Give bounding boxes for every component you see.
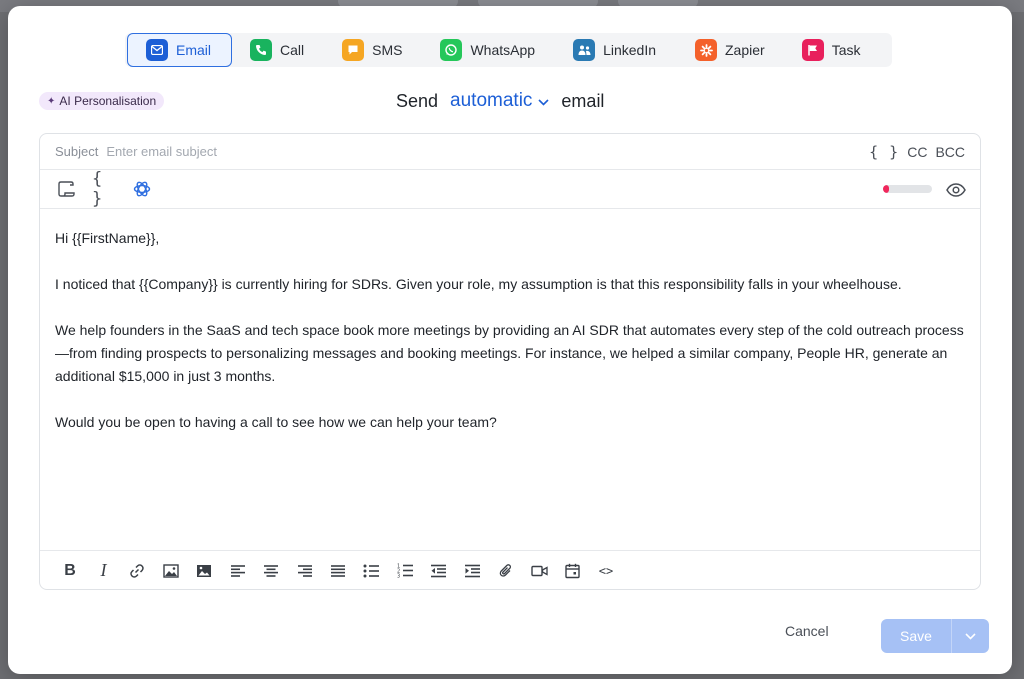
italic-button[interactable]: I xyxy=(92,559,116,583)
bcc-button[interactable]: BCC xyxy=(935,144,965,160)
ai-personalisation-badge[interactable]: ✦ AI Personalisation xyxy=(39,92,165,110)
flag-icon xyxy=(801,39,824,61)
tab-zapier[interactable]: Zapier xyxy=(695,33,765,67)
progress-fill xyxy=(883,185,889,193)
body-greeting: Hi {{FirstName}}, xyxy=(55,230,160,246)
subject-label: Subject xyxy=(55,144,99,159)
ai-badge-label: AI Personalisation xyxy=(59,94,157,108)
subject-row: Subject { } CC BCC xyxy=(40,134,980,170)
compose-step-modal: Email Call SMS WhatsApp LinkedIn Zapier … xyxy=(8,6,1012,674)
tab-whatsapp-label: WhatsApp xyxy=(470,42,536,58)
tab-linkedin[interactable]: LinkedIn xyxy=(573,33,656,67)
chevron-down-icon[interactable] xyxy=(538,95,549,109)
tab-call[interactable]: Call xyxy=(250,33,304,67)
save-button-group: Save xyxy=(881,619,989,653)
send-mode-dropdown[interactable]: automatic xyxy=(450,90,532,112)
email-editor: Subject { } CC BCC { } Hi {{F xyxy=(39,133,981,590)
save-options-dropdown[interactable] xyxy=(951,619,989,653)
image-upload-icon[interactable] xyxy=(192,559,216,583)
cancel-button[interactable]: Cancel xyxy=(785,618,829,644)
subject-actions: { } CC BCC xyxy=(869,143,965,161)
align-left-icon[interactable] xyxy=(226,559,250,583)
zapier-icon xyxy=(695,39,717,61)
code-view-button[interactable]: <> xyxy=(594,559,618,583)
channel-tabs: Email Call SMS WhatsApp LinkedIn Zapier … xyxy=(125,33,892,67)
editor-toolbar: { } xyxy=(40,169,980,209)
body-paragraph-1: I noticed that {{Company}} is currently … xyxy=(55,276,902,292)
align-right-icon[interactable] xyxy=(293,559,317,583)
tab-call-label: Call xyxy=(280,42,305,58)
tab-linkedin-label: LinkedIn xyxy=(603,42,656,58)
align-center-icon[interactable] xyxy=(259,559,283,583)
body-paragraph-2: We help founders in the SaaS and tech sp… xyxy=(55,322,964,384)
tab-email-label: Email xyxy=(176,42,212,58)
template-scroll-icon[interactable] xyxy=(54,177,78,201)
tab-sms-label: SMS xyxy=(372,42,403,58)
align-justify-icon[interactable] xyxy=(326,559,350,583)
attachment-icon[interactable] xyxy=(494,559,518,583)
send-prefix: Send xyxy=(396,90,439,111)
preview-eye-icon[interactable] xyxy=(944,178,968,202)
svg-text:3: 3 xyxy=(397,574,400,579)
send-suffix: email xyxy=(561,90,605,111)
send-mode-line: Send automatic email xyxy=(396,88,604,114)
video-icon[interactable] xyxy=(527,559,551,583)
subject-input[interactable] xyxy=(106,144,870,159)
chevron-down-icon xyxy=(965,632,976,640)
indent-icon[interactable] xyxy=(460,559,484,583)
numbered-list-icon[interactable]: 123 xyxy=(393,559,417,583)
tab-email[interactable]: Email xyxy=(127,33,232,67)
body-variables-button[interactable]: { } xyxy=(92,169,116,209)
cc-button[interactable]: CC xyxy=(907,144,927,160)
tab-zapier-label: Zapier xyxy=(725,42,765,58)
tab-sms[interactable]: SMS xyxy=(342,33,402,67)
save-button[interactable]: Save xyxy=(881,619,951,653)
whatsapp-icon xyxy=(440,39,463,61)
openai-icon[interactable] xyxy=(130,177,154,201)
email-icon xyxy=(146,39,168,61)
sparkle-icon: ✦ xyxy=(47,95,56,107)
phone-icon xyxy=(250,39,272,61)
outdent-icon[interactable] xyxy=(427,559,451,583)
image-icon[interactable] xyxy=(159,559,183,583)
linkedin-icon xyxy=(573,39,596,61)
personalisation-progress-bar xyxy=(883,185,932,193)
email-body[interactable]: Hi {{FirstName}}, I noticed that {{Compa… xyxy=(40,209,980,551)
tab-whatsapp[interactable]: WhatsApp xyxy=(440,33,535,67)
format-toolbar: B I 1 2 3 <> xyxy=(40,550,980,590)
link-icon[interactable] xyxy=(125,559,149,583)
tab-task[interactable]: Task xyxy=(801,33,861,67)
tab-task-label: Task xyxy=(831,42,861,58)
bullet-list-icon[interactable] xyxy=(360,559,384,583)
subject-variables-button[interactable]: { } xyxy=(869,143,899,161)
bold-button[interactable]: B xyxy=(58,559,82,583)
calendar-icon[interactable] xyxy=(561,559,585,583)
body-paragraph-3: Would you be open to having a call to se… xyxy=(55,414,497,430)
sms-icon xyxy=(342,39,365,61)
